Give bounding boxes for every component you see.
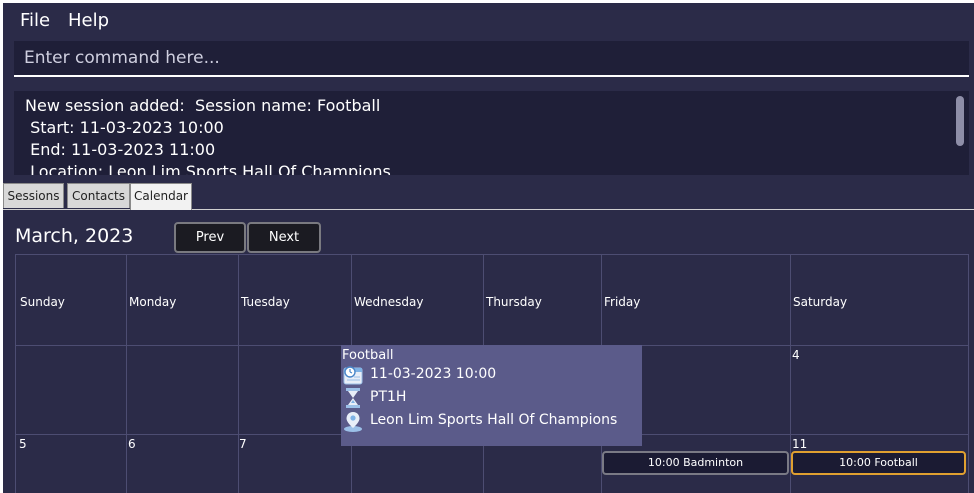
- menu-bar: File Help: [3, 3, 974, 37]
- day-header-sunday: Sunday: [20, 295, 65, 309]
- grid-line: [126, 255, 127, 493]
- next-button[interactable]: Next: [247, 222, 321, 253]
- date-cell-number: 5: [19, 437, 27, 451]
- result-line: Start: 11-03-2023 10:00: [25, 118, 224, 137]
- day-header-saturday: Saturday: [793, 295, 848, 309]
- day-header-thursday: Thursday: [486, 295, 542, 309]
- day-header-friday: Friday: [604, 295, 641, 309]
- popup-title: Football: [342, 348, 394, 363]
- command-input[interactable]: [14, 41, 969, 75]
- command-box: [14, 41, 969, 77]
- menu-help[interactable]: Help: [68, 10, 109, 31]
- date-cell-number: 6: [128, 437, 136, 451]
- date-cell-number: 4: [792, 348, 800, 362]
- tab-contacts[interactable]: Contacts: [67, 183, 130, 208]
- event-football[interactable]: 10:00 Football: [791, 451, 966, 475]
- location-pin-icon: [344, 412, 362, 432]
- popup-start: 11-03-2023 10:00: [370, 366, 497, 382]
- tab-sessions[interactable]: Sessions: [3, 183, 64, 208]
- popup-duration: PT1H: [370, 389, 407, 405]
- result-line: Location: Leon Lim Sports Hall Of Champi…: [25, 162, 391, 175]
- hourglass-icon: [346, 388, 360, 408]
- month-label: March, 2023: [15, 225, 134, 247]
- date-cell-number: 11: [792, 437, 808, 451]
- date-cell-number: 7: [239, 437, 247, 451]
- result-line: End: 11-03-2023 11:00: [25, 140, 216, 159]
- prev-button[interactable]: Prev: [174, 222, 246, 253]
- menu-file[interactable]: File: [20, 10, 50, 31]
- event-badminton[interactable]: 10:00 Badminton: [602, 451, 789, 475]
- result-display[interactable]: New session added: Session name: Footbal…: [14, 91, 969, 175]
- result-scrollbar[interactable]: [956, 96, 964, 146]
- grid-line: [238, 255, 239, 493]
- day-header-wednesday: Wednesday: [354, 295, 424, 309]
- calendar-clock-icon: [343, 366, 363, 385]
- day-header-monday: Monday: [129, 295, 177, 309]
- day-header-tuesday: Tuesday: [241, 295, 290, 309]
- result-line: New session added: Session name: Footbal…: [25, 96, 381, 115]
- tab-calendar[interactable]: Calendar: [130, 183, 192, 210]
- tab-strip: Sessions Contacts Calendar: [3, 183, 974, 210]
- popup-location: Leon Lim Sports Hall Of Champions: [370, 412, 618, 428]
- event-detail-popup: Football 11-03-2023 10:00 PT1H Leon Lim …: [341, 345, 642, 446]
